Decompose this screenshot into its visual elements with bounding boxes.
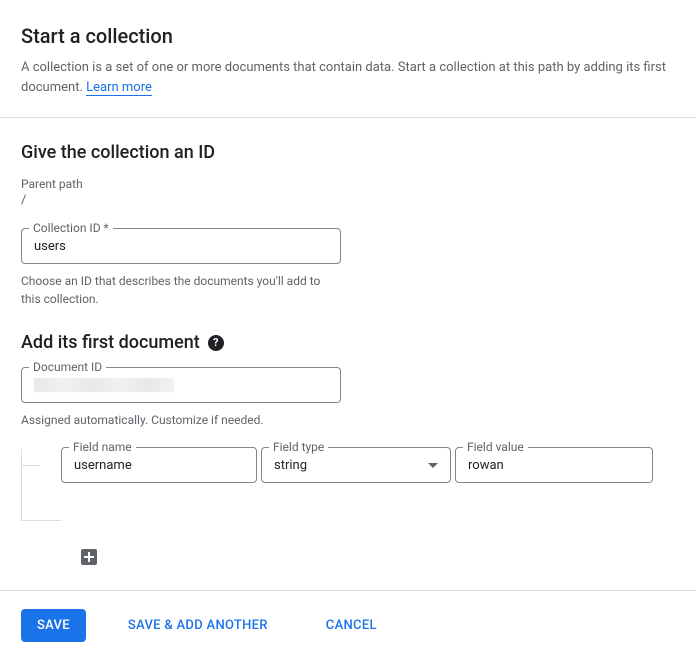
document-id-value-blurred [34, 378, 174, 392]
save-add-another-button[interactable]: SAVE & ADD ANOTHER [112, 609, 284, 642]
first-document-section-title: Add its first document [21, 332, 200, 353]
page-description: A collection is a set of one or more doc… [21, 58, 675, 97]
field-value-label: Field value [463, 440, 528, 454]
collection-id-helper: Choose an ID that describes the document… [21, 272, 321, 308]
field-tree-connector [21, 449, 61, 521]
parent-path-label: Parent path [21, 177, 675, 191]
document-id-helper: Assigned automatically. Customize if nee… [21, 411, 321, 429]
field-name-label: Field name [69, 440, 136, 454]
learn-more-link[interactable]: Learn more [86, 80, 152, 96]
save-button[interactable]: SAVE [21, 609, 86, 642]
cancel-button[interactable]: CANCEL [310, 609, 393, 642]
collection-id-section-title: Give the collection an ID [21, 142, 675, 163]
chevron-down-icon [428, 463, 438, 468]
document-id-label: Document ID [29, 360, 106, 374]
field-type-label: Field type [269, 440, 328, 454]
help-icon[interactable]: ? [208, 335, 224, 351]
parent-path-value: / [21, 193, 675, 208]
plus-icon [84, 552, 94, 562]
page-title: Start a collection [21, 24, 675, 48]
collection-id-label: Collection ID * [29, 221, 113, 235]
add-field-button[interactable] [81, 549, 97, 565]
field-type-value: string [274, 458, 428, 473]
